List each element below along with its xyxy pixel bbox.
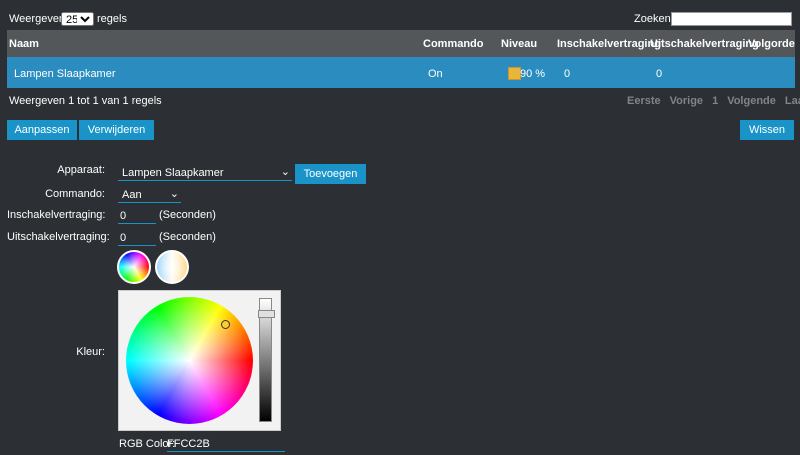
col-header-niveau[interactable]: Niveau xyxy=(501,38,537,50)
color-label: Kleur: xyxy=(76,346,105,358)
show-label: Weergeven xyxy=(9,13,66,25)
pagination: Eerste Vorige 1 Volgende Laatste xyxy=(618,95,800,107)
command-value: Aan xyxy=(122,189,142,201)
off-delay-input[interactable]: 0 xyxy=(118,231,156,246)
col-header-commando[interactable]: Commando xyxy=(423,38,484,50)
device-label: Apparaat: xyxy=(57,164,105,176)
on-delay-unit: (Seconden) xyxy=(159,209,216,221)
search-input[interactable] xyxy=(671,12,792,26)
pager-page[interactable]: 1 xyxy=(712,95,718,107)
device-value: Lampen Slaapkamer xyxy=(122,167,224,179)
off-delay-unit: (Seconden) xyxy=(159,231,216,243)
table-info: Weergeven 1 tot 1 van 1 regels xyxy=(9,95,162,107)
rgb-input[interactable]: FFCC2B xyxy=(167,438,285,452)
on-delay-input[interactable]: 0 xyxy=(118,209,156,224)
on-delay-label: Inschakelvertraging: xyxy=(7,209,106,221)
brightness-slider-handle[interactable] xyxy=(258,310,275,318)
off-delay-value: 0 xyxy=(120,232,127,244)
color-picker-panel xyxy=(118,290,281,431)
cell-off-delay: 0 xyxy=(656,68,663,80)
rgb-value: FFCC2B xyxy=(167,438,210,450)
col-header-inschakelvertraging[interactable]: Inschakelvertraging xyxy=(557,38,661,50)
col-header-volgorde[interactable]: Volgorde xyxy=(748,38,795,50)
cell-command: On xyxy=(428,68,443,80)
pager-next[interactable]: Volgende xyxy=(727,95,776,107)
chevron-down-icon: ⌄ xyxy=(169,188,179,200)
cell-level: 90 % xyxy=(520,68,546,80)
rgb-mode-button[interactable] xyxy=(117,250,151,284)
clear-button[interactable]: Wissen xyxy=(740,120,794,140)
command-label: Commando: xyxy=(45,188,105,200)
col-header-uitschakelvertraging[interactable]: Uitschakelvertraging xyxy=(650,38,759,50)
on-delay-value: 0 xyxy=(120,210,127,222)
cell-on-delay: 0 xyxy=(564,68,571,80)
cell-name: Lampen Slaapkamer xyxy=(14,68,116,80)
delete-button[interactable]: Verwijderen xyxy=(79,120,154,140)
rows-label: regels xyxy=(97,13,127,25)
table-row[interactable] xyxy=(7,57,795,88)
chevron-down-icon: ⌄ xyxy=(280,166,290,178)
color-wheel[interactable] xyxy=(126,297,253,424)
color-wheel-handle[interactable] xyxy=(221,320,230,329)
pager-last[interactable]: Laatste xyxy=(785,95,800,107)
rows-per-page-select[interactable]: 25 xyxy=(61,12,94,26)
command-select[interactable]: Aan ⌄ xyxy=(118,188,181,203)
pager-prev[interactable]: Vorige xyxy=(670,95,703,107)
edit-button[interactable]: Aanpassen xyxy=(7,120,77,140)
device-select[interactable]: Lampen Slaapkamer ⌄ xyxy=(118,166,292,181)
pager-first[interactable]: Eerste xyxy=(627,95,661,107)
white-temperature-mode-button[interactable] xyxy=(155,250,189,284)
col-header-naam[interactable]: Naam xyxy=(9,38,39,50)
add-button[interactable]: Toevoegen xyxy=(295,164,366,184)
off-delay-label: Uitschakelvertraging: xyxy=(7,231,110,243)
brightness-slider[interactable] xyxy=(258,298,275,422)
